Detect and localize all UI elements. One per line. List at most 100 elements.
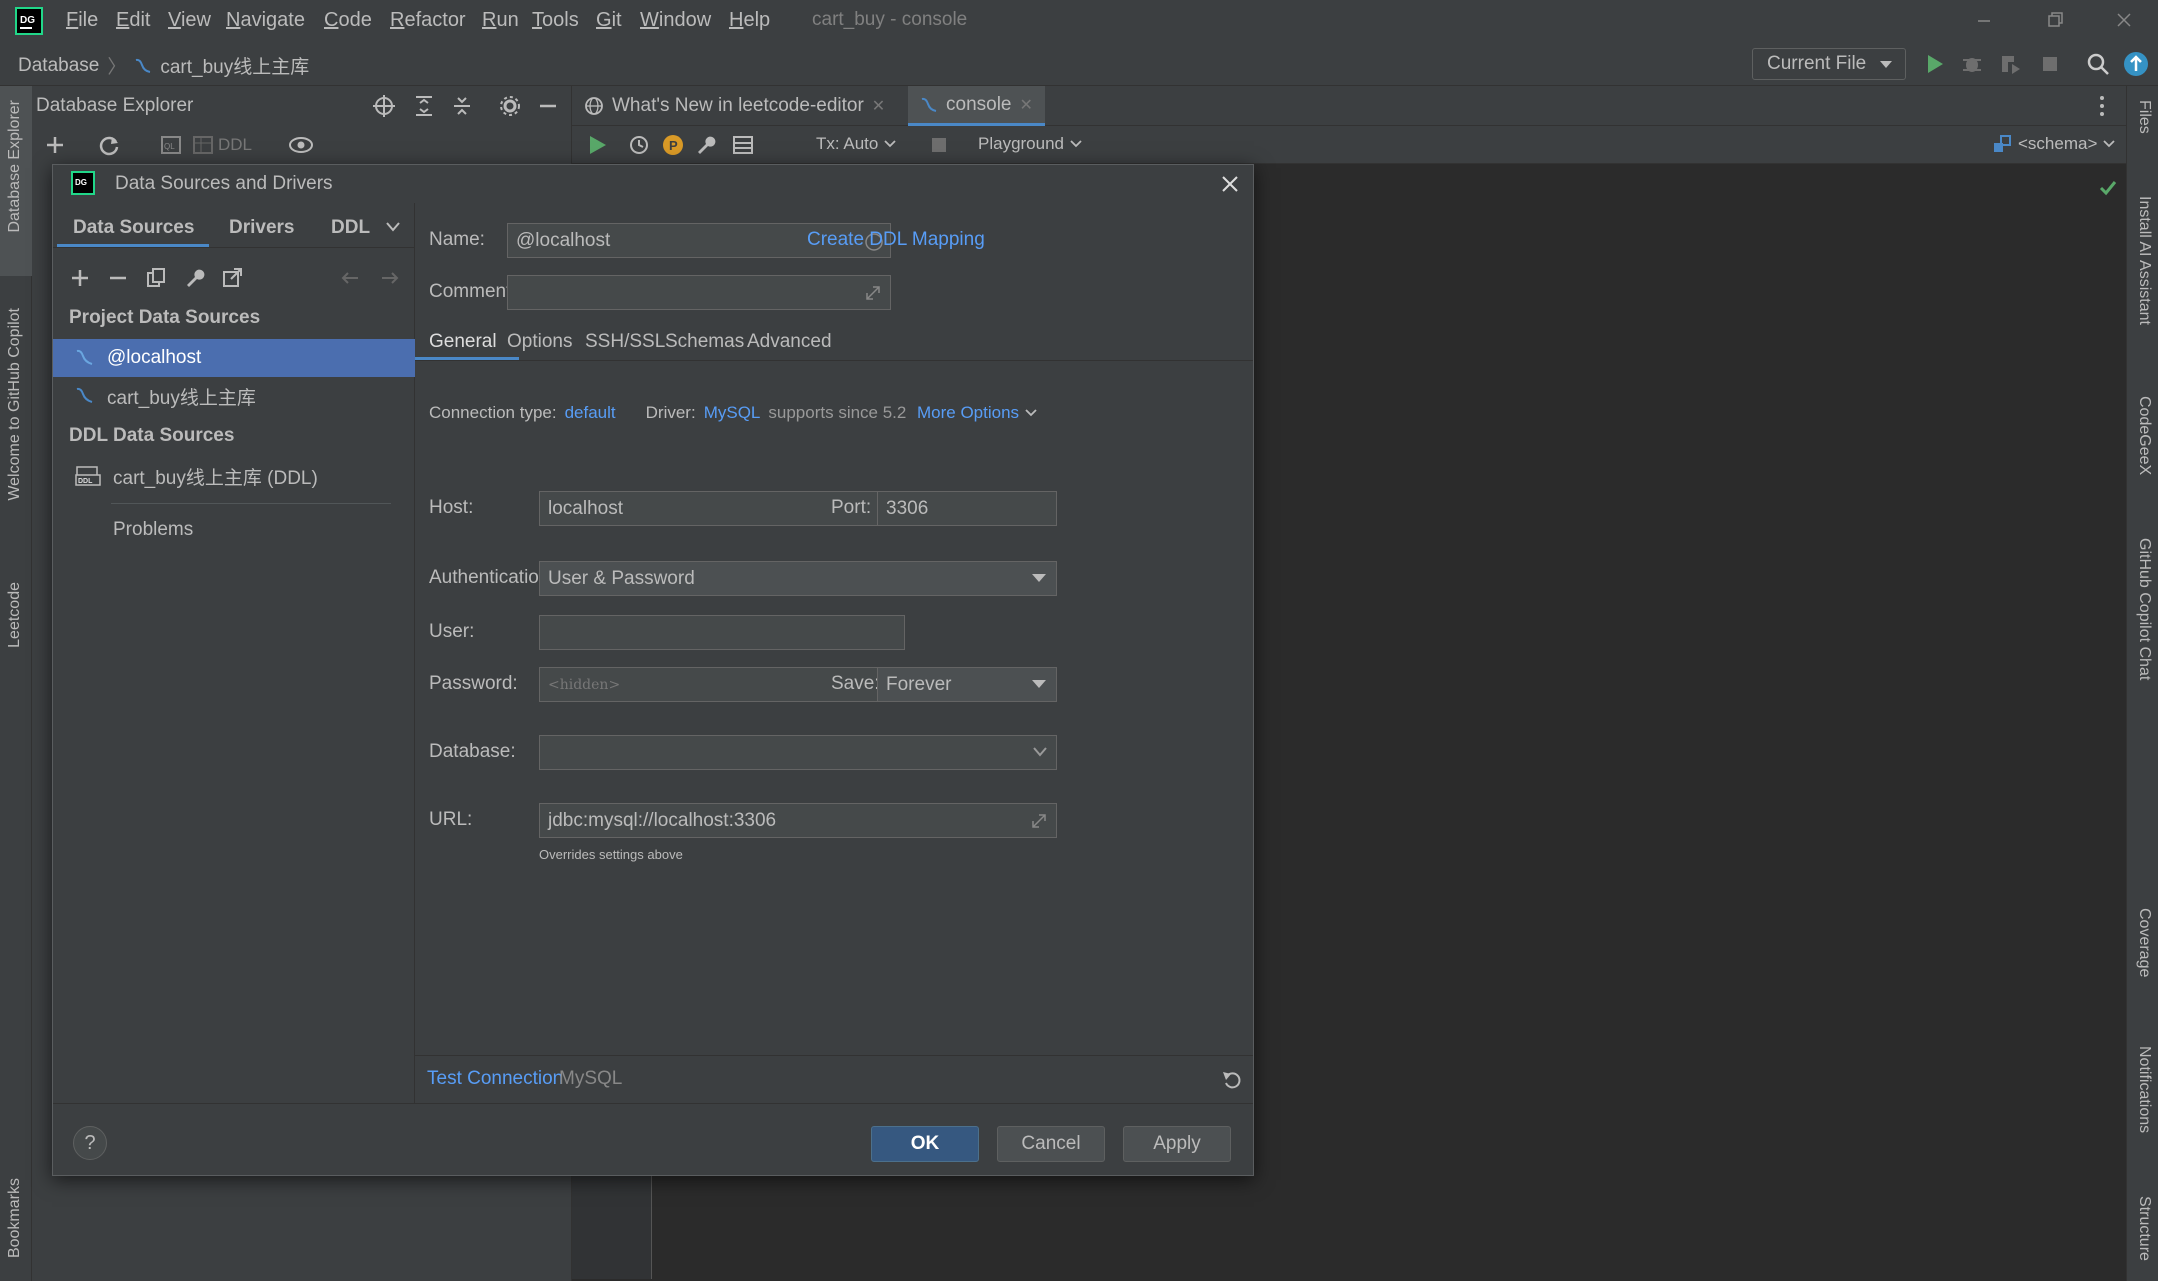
port-field[interactable]: 3306 (877, 491, 1057, 526)
collapse-all-icon[interactable] (450, 94, 474, 118)
revert-icon[interactable] (1221, 1068, 1243, 1090)
result-view-icon[interactable] (732, 134, 754, 156)
expand-icon[interactable] (1030, 812, 1048, 830)
source-item-localhost[interactable]: @localhost (53, 339, 415, 377)
minimize-button[interactable] (1964, 6, 2004, 36)
open-external-icon[interactable] (221, 267, 243, 289)
codegeex-stripe-label[interactable]: CodeGeeX (2135, 396, 2153, 475)
add-icon[interactable] (69, 267, 91, 289)
table-icon[interactable] (192, 134, 214, 156)
menu-item-run[interactable]: Run (482, 9, 519, 32)
menu-item-navigate[interactable]: Navigate (226, 9, 305, 32)
history-icon[interactable] (628, 134, 650, 156)
close-icon[interactable] (1219, 173, 1241, 195)
hide-panel-icon[interactable] (536, 94, 560, 118)
execute-icon[interactable] (586, 134, 608, 156)
files-stripe-label[interactable]: Files (2135, 100, 2153, 134)
tab-options[interactable]: Options (507, 331, 572, 353)
url-field[interactable]: jdbc:mysql://localhost:3306 (539, 803, 1057, 838)
expand-icon[interactable] (864, 284, 882, 302)
run-icon[interactable] (1920, 50, 1948, 78)
stop-icon[interactable] (928, 134, 950, 156)
structure-stripe-label[interactable]: Structure (2135, 1196, 2153, 1261)
user-field[interactable] (539, 615, 905, 650)
menu-item-view[interactable]: View (168, 9, 211, 32)
apply-button[interactable]: Apply (1123, 1126, 1231, 1162)
coverage-run-icon[interactable] (1996, 50, 2024, 78)
tab-data-sources[interactable]: Data Sources (73, 217, 194, 239)
ddl-button[interactable]: DDL (218, 135, 252, 155)
copilot-chat-stripe-label[interactable]: GitHub Copilot Chat (2135, 538, 2153, 680)
close-tab-icon[interactable]: ✕ (1020, 95, 1033, 115)
more-vertical-icon[interactable] (2098, 94, 2106, 118)
back-arrow-icon[interactable] (339, 267, 361, 289)
playground-select[interactable]: Playground (978, 134, 1082, 154)
chevron-down-icon[interactable] (1032, 746, 1048, 758)
menu-item-file[interactable]: File (66, 9, 98, 32)
comment-field[interactable] (507, 275, 891, 310)
breadcrumb-leaf[interactable]: cart_buy线上主库 (160, 52, 309, 79)
welcome-copilot-stripe-label[interactable]: Welcome to GitHub Copilot (6, 308, 24, 501)
locate-icon[interactable] (372, 94, 396, 118)
remove-icon[interactable] (107, 267, 129, 289)
more-options-link[interactable]: More Options (917, 403, 1037, 423)
expand-all-icon[interactable] (412, 94, 436, 118)
create-ddl-mapping-link[interactable]: Create DDL Mapping (807, 229, 985, 251)
schema-select[interactable]: <schema> (1992, 134, 2116, 154)
database-explorer-stripe-label[interactable]: Database Explorer (6, 100, 24, 233)
menu-item-refactor[interactable]: Refactor (390, 9, 466, 32)
menu-item-window[interactable]: Window (640, 9, 711, 32)
notifications-stripe-label[interactable]: Notifications (2135, 1046, 2153, 1133)
debug-icon[interactable] (1958, 50, 1986, 78)
cancel-button[interactable]: Cancel (997, 1126, 1105, 1162)
menu-item-edit[interactable]: Edit (116, 9, 150, 32)
tab-general[interactable]: General (429, 331, 497, 353)
search-icon[interactable] (2084, 50, 2112, 78)
problems-item[interactable]: Problems (113, 519, 193, 541)
authentication-select[interactable]: User & Password (539, 561, 1057, 596)
coverage-stripe-label[interactable]: Coverage (2135, 908, 2153, 977)
forward-arrow-icon[interactable] (379, 267, 401, 289)
menu-item-tools[interactable]: Tools (532, 9, 579, 32)
menu-item-code[interactable]: Code (324, 9, 372, 32)
tab-whats-new[interactable]: What's New in leetcode-editor ✕ (572, 86, 897, 126)
restore-button[interactable] (2034, 6, 2074, 36)
close-tab-icon[interactable]: ✕ (872, 96, 885, 116)
source-item-cart-buy-ddl[interactable]: DDL cart_buy线上主库 (DDL) (53, 457, 415, 495)
database-field[interactable] (539, 735, 1057, 770)
ai-assistant-stripe-label[interactable]: Install AI Assistant (2135, 196, 2153, 325)
stop-icon[interactable] (2036, 50, 2064, 78)
console-icon[interactable]: QL (160, 134, 182, 156)
eye-icon[interactable] (288, 134, 314, 156)
tab-advanced[interactable]: Advanced (747, 331, 832, 353)
tab-drivers[interactable]: Drivers (229, 217, 295, 239)
test-connection-link[interactable]: Test Connection (427, 1068, 563, 1090)
transaction-mode-select[interactable]: Tx: Auto (816, 134, 897, 154)
wrench-icon[interactable] (183, 267, 205, 289)
menu-item-git[interactable]: Git (596, 9, 622, 32)
tab-ddl[interactable]: DDL (331, 217, 370, 239)
ok-button[interactable]: OK (871, 1126, 979, 1162)
breadcrumb-root[interactable]: Database (18, 55, 99, 77)
tab-schemas[interactable]: Schemas (665, 331, 744, 353)
tab-ssh-ssl[interactable]: SSH/SSL (585, 331, 665, 353)
run-configuration-select[interactable]: Current File (1752, 48, 1906, 80)
help-button[interactable]: ? (73, 1126, 107, 1160)
leetcode-stripe-label[interactable]: Leetcode (6, 582, 24, 648)
add-icon[interactable] (44, 134, 66, 156)
connection-type-link[interactable]: default (565, 403, 616, 423)
wrench-icon[interactable] (694, 134, 716, 156)
bookmarks-stripe-label[interactable]: Bookmarks (6, 1178, 24, 1258)
profile-icon[interactable]: P (662, 134, 684, 156)
driver-link[interactable]: MySQL (704, 403, 761, 423)
close-window-button[interactable] (2104, 6, 2144, 36)
tab-console[interactable]: console ✕ (908, 86, 1045, 126)
source-item-cart-buy[interactable]: cart_buy线上主库 (53, 377, 415, 415)
update-icon[interactable] (2122, 50, 2150, 78)
menu-item-help[interactable]: Help (729, 9, 770, 32)
save-select[interactable]: Forever (877, 667, 1057, 702)
chevron-down-icon[interactable] (385, 221, 401, 233)
gear-icon[interactable] (498, 94, 522, 118)
copy-icon[interactable] (145, 267, 167, 289)
refresh-icon[interactable] (98, 134, 120, 156)
